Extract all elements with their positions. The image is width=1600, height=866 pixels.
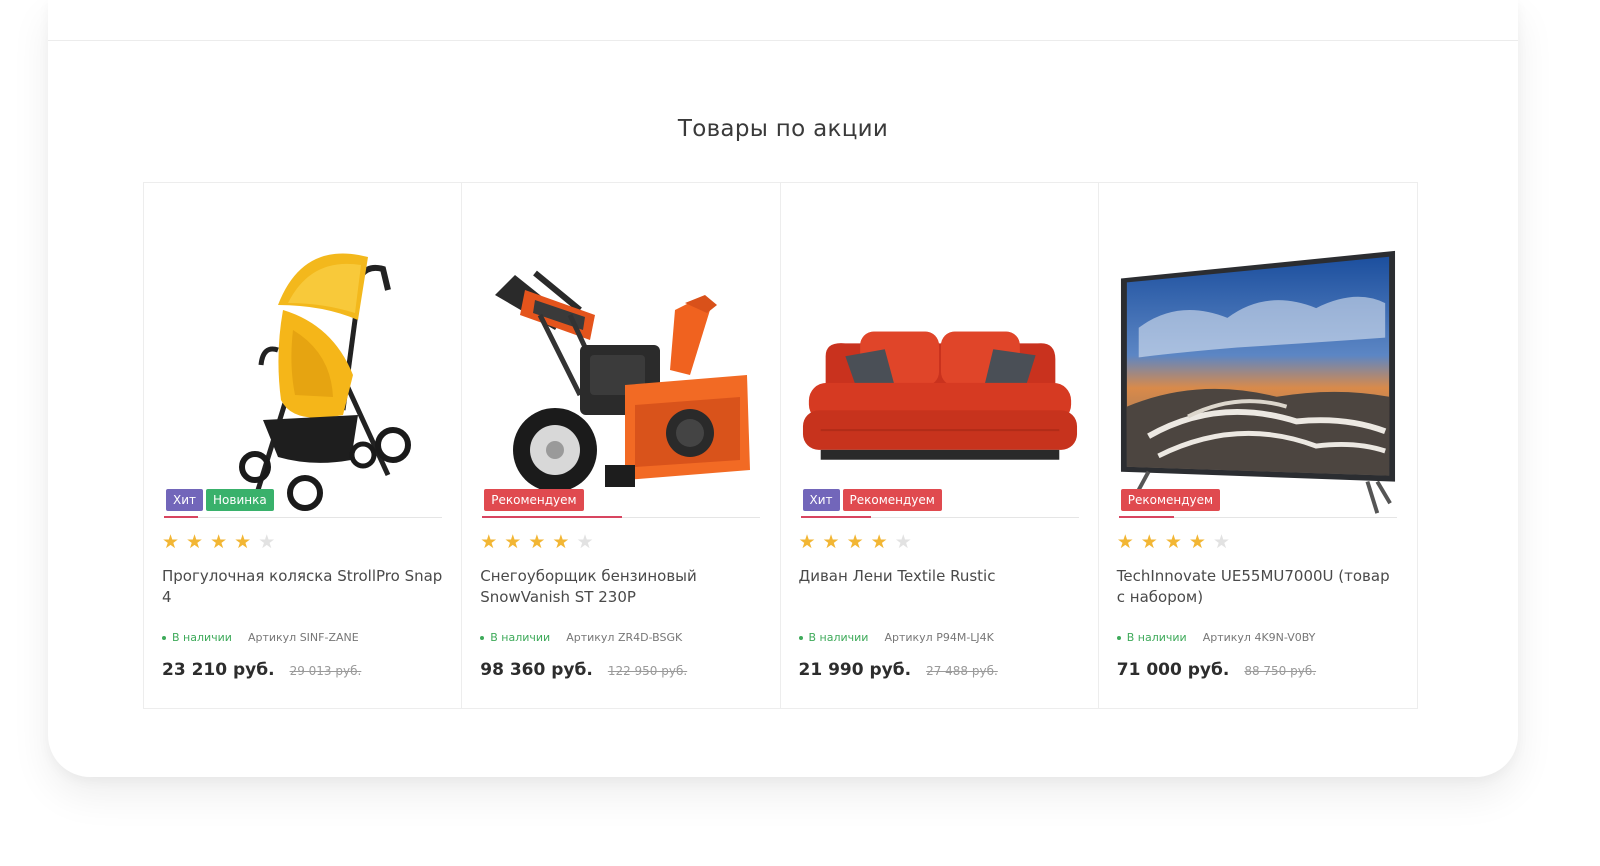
stroller-image[interactable] [164,235,442,517]
section-title: Товары по акции [677,116,889,142]
star-icon: ★ [234,532,252,553]
image-slider-indicator [1118,516,1174,518]
badge-group: Хит Новинка [166,489,274,511]
badge-recommend: Рекомендуем [484,489,584,511]
star-icon: ★ [894,532,912,553]
sku: Артикул SINF-ZANE [247,631,359,644]
star-icon: ★ [162,532,180,553]
product-meta: В наличии Артикул 4K9N-V0BY [1116,631,1316,644]
star-icon: ★ [552,532,570,553]
stock-status: В наличии [1126,631,1187,644]
rating-stars: ★ ★ ★ ★ ★ [1117,533,1230,552]
products-section: Товары по акции Хит Новинка ★ ★ ★ ★ ★ Пр… [48,0,1518,777]
price: 21 990 руб. [798,660,912,680]
star-icon: ★ [258,532,276,553]
image-slider-indicator [482,516,623,518]
product-meta: В наличии Артикул P94M-LJ4K [798,631,994,644]
snow-blower-image[interactable] [482,235,760,517]
star-icon: ★ [528,532,546,553]
badge-recommend: Рекомендуем [842,489,942,511]
old-price: 29 013 руб. [289,664,362,678]
star-icon: ★ [1164,532,1182,553]
badge-new: Новинка [206,489,274,511]
price: 98 360 руб. [480,660,593,680]
badge-group: Хит Рекомендуем [802,489,942,511]
stock-status: В наличии [808,631,869,644]
product-meta: В наличии Артикул ZR4D-BSGK [480,631,682,644]
image-slider-track [800,516,1079,518]
price-block: 71 000 руб. 88 750 руб. [1117,660,1316,680]
badge-recommend: Рекомендуем [1120,489,1221,511]
badge-hit: Хит [166,489,204,511]
sku: Артикул 4K9N-V0BY [1202,631,1316,644]
image-slider-indicator [800,516,871,518]
star-icon: ★ [576,532,594,553]
price-block: 23 210 руб. 29 013 руб. [162,660,361,680]
stock-dot-icon [480,635,485,640]
star-icon: ★ [480,532,498,553]
star-icon: ★ [210,532,228,553]
old-price: 88 750 руб. [1244,664,1317,678]
rating-stars: ★ ★ ★ ★ ★ [799,533,912,552]
price-block: 98 360 руб. 122 950 руб. [480,660,687,680]
stock-status: В наличии [172,631,232,644]
product-card[interactable]: Рекомендуем ★ ★ ★ ★ ★ Снегоуборщик бензи… [462,183,781,708]
product-name-link[interactable]: Снегоуборщик бензиновый SnowVanish ST 23… [480,566,765,608]
star-icon: ★ [798,532,816,553]
star-icon: ★ [1212,532,1230,553]
star-icon: ★ [1116,532,1134,553]
top-divider [48,40,1518,41]
product-card[interactable]: Хит Новинка ★ ★ ★ ★ ★ Прогулочная коляск… [144,183,463,708]
sku: Артикул ZR4D-BSGK [566,631,683,644]
old-price: 27 488 руб. [926,664,998,678]
star-icon: ★ [504,532,522,553]
price-block: 21 990 руб. 27 488 руб. [799,660,998,680]
stock-dot-icon [798,635,803,640]
products-grid: Хит Новинка ★ ★ ★ ★ ★ Прогулочная коляск… [143,182,1418,709]
rating-stars: ★ ★ ★ ★ ★ [162,533,275,552]
stock-dot-icon [162,635,166,640]
image-slider-track [482,516,761,518]
sku: Артикул P94M-LJ4K [884,631,994,644]
product-name-link[interactable]: Диван Лени Textile Rustic [799,566,1084,587]
star-icon: ★ [1140,532,1158,553]
rating-stars: ★ ★ ★ ★ ★ [480,533,593,552]
old-price: 122 950 руб. [607,664,688,678]
star-icon: ★ [870,532,888,553]
star-icon: ★ [822,532,840,553]
badge-hit: Хит [802,489,840,511]
product-meta: В наличии Артикул SINF-ZANE [162,631,359,644]
price: 23 210 руб. [162,660,275,680]
product-name-link[interactable]: Прогулочная коляска StrollPro Snap 4 [162,566,447,608]
product-name-link[interactable]: TechInnovate UE55MU7000U (товар с наборо… [1117,566,1402,608]
image-slider-indicator [164,516,198,518]
sofa-image[interactable] [801,235,1079,517]
badge-group: Рекомендуем [1120,489,1221,511]
star-icon: ★ [846,532,864,553]
star-icon: ★ [1188,532,1206,553]
tv-image[interactable] [1119,235,1397,517]
badge-group: Рекомендуем [484,489,584,511]
stock-dot-icon [1116,635,1121,640]
stock-status: В наличии [490,631,551,644]
product-card[interactable]: Хит Рекомендуем ★ ★ ★ ★ ★ Диван Лени Tex… [781,183,1099,708]
product-card[interactable]: Рекомендуем ★ ★ ★ ★ ★ TechInnovate UE55M… [1099,183,1417,708]
image-slider-track [164,516,442,518]
price: 71 000 руб. [1116,660,1230,680]
star-icon: ★ [186,532,204,553]
image-slider-track [1118,516,1397,518]
